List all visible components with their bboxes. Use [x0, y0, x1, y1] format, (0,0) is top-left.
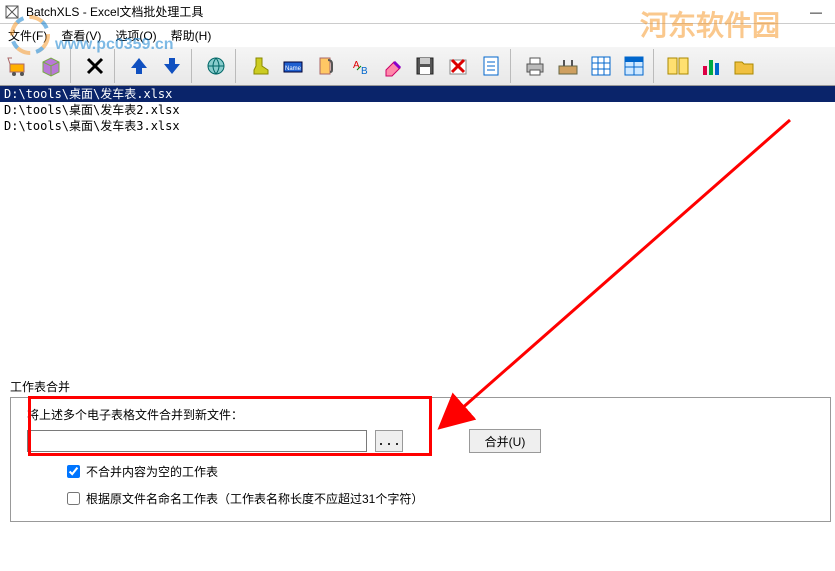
separator-icon [191, 49, 197, 83]
boot-icon[interactable] [244, 49, 276, 83]
toolbar: Name AB [0, 46, 835, 86]
file-row[interactable]: D:\tools\桌面\发车表.xlsx [0, 86, 835, 102]
cart-icon[interactable] [2, 49, 34, 83]
merge-button[interactable]: 合并(U) [469, 429, 541, 453]
menu-file[interactable]: 文件(F) [4, 25, 51, 46]
rename-checkbox[interactable] [67, 492, 80, 505]
separator-icon [510, 49, 516, 83]
compare-icon[interactable] [662, 49, 694, 83]
grid-icon[interactable] [585, 49, 617, 83]
menu-bar: 文件(F) 查看(V) 选项(O) 帮助(H) [0, 24, 835, 46]
separator-icon [114, 49, 120, 83]
svg-text:A: A [353, 60, 360, 71]
rename-label: 根据原文件名命名工作表（工作表名称长度不应超过31个字符） [86, 490, 423, 507]
file-list[interactable]: D:\tools\桌面\发车表.xlsx D:\tools\桌面\发车表2.xl… [0, 86, 835, 372]
printer-icon[interactable] [519, 49, 551, 83]
output-path-input[interactable] [27, 430, 367, 452]
skip-empty-checkbox[interactable] [67, 465, 80, 478]
delete-x-icon[interactable] [442, 49, 474, 83]
arrow-up-icon[interactable] [123, 49, 155, 83]
panel-group-label: 工作表合并 [0, 372, 835, 397]
menu-view[interactable]: 查看(V) [57, 25, 105, 46]
minimize-button[interactable]: — [801, 2, 831, 22]
skip-empty-label: 不合并内容为空的工作表 [86, 463, 218, 480]
disk-icon[interactable] [409, 49, 441, 83]
replace-text-icon[interactable]: AB [343, 49, 375, 83]
arrow-down-icon[interactable] [156, 49, 188, 83]
eraser-icon[interactable] [376, 49, 408, 83]
file-row[interactable]: D:\tools\桌面\发车表3.xlsx [0, 118, 835, 134]
svg-text:B: B [361, 66, 368, 77]
window-title: BatchXLS - Excel文档批处理工具 [26, 3, 801, 20]
document-icon[interactable] [475, 49, 507, 83]
box-icon[interactable] [35, 49, 67, 83]
delete-icon[interactable] [79, 49, 111, 83]
spreadsheet-icon[interactable] [618, 49, 650, 83]
file-row[interactable]: D:\tools\桌面\发车表2.xlsx [0, 102, 835, 118]
window-controls: — [801, 2, 831, 22]
separator-icon [235, 49, 241, 83]
merge-panel: 将上述多个电子表格文件合并到新文件： ... 合并(U) 不合并内容为空的工作表… [10, 397, 831, 522]
title-bar: BatchXLS - Excel文档批处理工具 — [0, 0, 835, 24]
menu-options[interactable]: 选项(O) [111, 25, 160, 46]
chart-icon[interactable] [695, 49, 727, 83]
name-tag-icon[interactable]: Name [277, 49, 309, 83]
menu-help[interactable]: 帮助(H) [167, 25, 216, 46]
app-icon [4, 4, 20, 20]
separator-icon [653, 49, 659, 83]
globe-icon[interactable] [200, 49, 232, 83]
tools-icon[interactable] [552, 49, 584, 83]
attach-icon[interactable] [310, 49, 342, 83]
folder-icon[interactable] [728, 49, 760, 83]
separator-icon [70, 49, 76, 83]
browse-button[interactable]: ... [375, 430, 403, 452]
merge-prompt: 将上述多个电子表格文件合并到新文件： [27, 406, 814, 423]
svg-text:Name: Name [285, 66, 302, 72]
